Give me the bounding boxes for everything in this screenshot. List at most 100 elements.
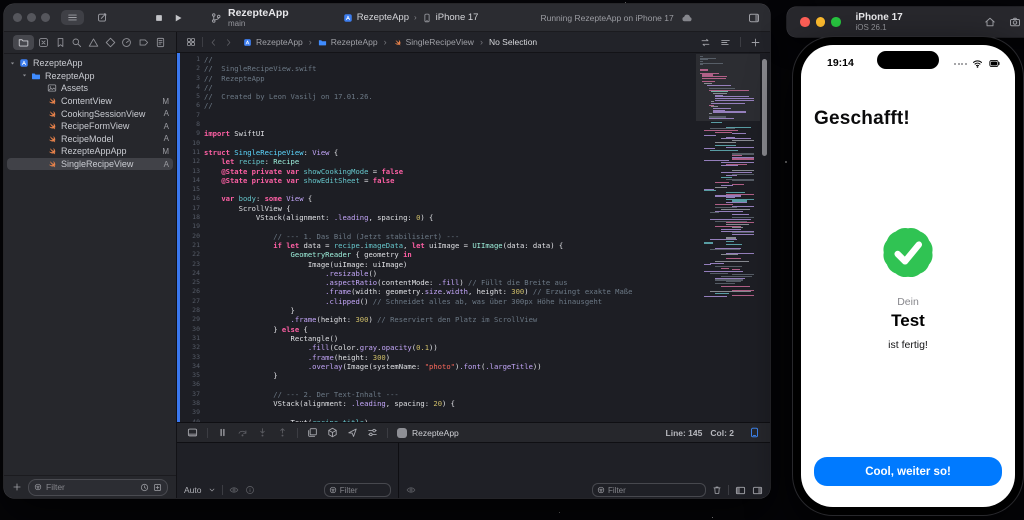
breadcrumb-item[interactable]: RezepteApp xyxy=(331,37,378,47)
code-editor[interactable]: //// SingleRecipeView.swift// RezepteApp… xyxy=(204,53,770,422)
sim-close-button[interactable] xyxy=(800,17,810,27)
debug-area: Auto Filter Filter xyxy=(177,442,770,498)
appsq-icon xyxy=(243,38,252,47)
inspector-toggle-icon[interactable] xyxy=(748,12,760,24)
file-name: Assets xyxy=(61,83,89,94)
code-review-icon[interactable] xyxy=(700,37,711,48)
add-file-button[interactable] xyxy=(12,482,22,492)
related-items-icon[interactable] xyxy=(186,37,196,47)
running-app-chip[interactable]: RezepteApp xyxy=(397,427,459,438)
console-filter-field[interactable]: Filter xyxy=(592,483,706,497)
xcode-toolbar: RezepteApp main RezepteApp › iPhone 17 R… xyxy=(4,4,770,32)
sidebar-item-RecipeFormView[interactable]: RecipeFormView A xyxy=(4,120,176,133)
source-editor[interactable]: 1 2 3 4 5 6 7 8 9 10 11 12 13 14 15 16 17 18 19 20 21 22 23 24 2… xyxy=(177,53,770,422)
window-controls xyxy=(13,13,50,22)
sidebar-item-CookingSessionView[interactable]: CookingSessionView A xyxy=(4,107,176,120)
gauge-navigator-tab[interactable] xyxy=(120,36,134,50)
sim-zoom-button[interactable] xyxy=(831,17,841,27)
show-variables-toggle-icon[interactable] xyxy=(735,485,746,496)
report-navigator-tab[interactable] xyxy=(153,36,167,50)
xsquare-navigator-tab[interactable] xyxy=(37,36,51,50)
simulator-phone: 19:14 Geschafft! Dein Test ist fertig! C… xyxy=(793,37,1023,515)
simulator-toolbar-icons xyxy=(984,16,1024,28)
clear-console-icon[interactable] xyxy=(712,485,722,495)
app-screen: 19:14 Geschafft! Dein Test ist fertig! C… xyxy=(801,45,1015,507)
run-button[interactable] xyxy=(173,13,183,23)
navigator-list-icon[interactable] xyxy=(61,10,84,25)
sidebar-item-Assets[interactable]: Assets xyxy=(4,82,176,95)
project-scm-info[interactable]: RezepteApp main xyxy=(210,7,289,28)
iphone-device-icon xyxy=(422,13,432,23)
go-back-icon[interactable] xyxy=(209,38,218,47)
sidebar-item-SingleRecipeView[interactable]: SingleRecipeView A xyxy=(4,157,176,171)
scope-dropdown[interactable]: Auto xyxy=(184,485,202,495)
file-name: RezepteAppApp xyxy=(61,146,127,157)
activity-viewer[interactable]: Running RezepteApp on iPhone 17 xyxy=(540,12,692,24)
breadcrumb-item[interactable]: No Selection xyxy=(489,37,537,47)
cursor-position: Line: 145 Col: 2 xyxy=(666,428,734,438)
sim-minimize-button[interactable] xyxy=(815,17,825,27)
git-branch-icon xyxy=(210,12,222,24)
navigator-filter-field[interactable]: Filter xyxy=(28,478,168,496)
panelbottom-button[interactable] xyxy=(187,427,198,438)
assets-file-icon xyxy=(47,83,57,93)
minimap[interactable] xyxy=(696,54,760,306)
jumpbar-divider xyxy=(740,37,741,47)
breadcrumb-item[interactable]: RezepteApp xyxy=(256,37,303,47)
editor-options-icon[interactable] xyxy=(720,37,731,48)
location-button[interactable] xyxy=(347,427,358,438)
info-icon[interactable] xyxy=(245,485,255,495)
swift-file-icon xyxy=(47,146,57,156)
variables-filter-field[interactable]: Filter xyxy=(323,483,391,497)
minimize-window-button[interactable] xyxy=(27,13,36,22)
breadcrumb-separator: › xyxy=(479,37,483,47)
breakpoint-navigator-tab[interactable] xyxy=(136,36,150,50)
disclosure-caret-icon[interactable] xyxy=(9,60,16,67)
scm-status-badge: A xyxy=(163,121,169,131)
debug-bar: RezepteApp Line: 145 Col: 2 xyxy=(177,422,770,442)
stack-button[interactable] xyxy=(307,427,318,438)
toggles-button[interactable] xyxy=(367,427,378,438)
quicklook-icon[interactable] xyxy=(229,485,239,495)
magnifier-navigator-tab[interactable] xyxy=(70,36,84,50)
home-button-icon[interactable] xyxy=(984,16,996,28)
compose-icon[interactable] xyxy=(97,12,108,23)
sidebar-item-RezepteApp-folder[interactable]: RezepteApp xyxy=(4,70,176,83)
add-editor-icon[interactable] xyxy=(750,37,761,48)
pause-button[interactable] xyxy=(217,427,228,438)
show-console-toggle-icon[interactable] xyxy=(752,485,763,496)
sidebar-item-RecipeModel[interactable]: RecipeModel A xyxy=(4,133,176,146)
stop-button[interactable] xyxy=(154,13,164,23)
stepout-button[interactable] xyxy=(277,427,288,438)
editor-scrollbar[interactable] xyxy=(762,59,767,156)
scm-filter-icon[interactable] xyxy=(153,483,162,492)
bookmark-navigator-tab[interactable] xyxy=(53,36,67,50)
sidebar-item-RezepteApp[interactable]: RezepteApp xyxy=(4,57,176,70)
file-name: RezepteApp xyxy=(33,58,83,69)
screenshot-icon[interactable] xyxy=(1009,16,1021,28)
label-small-bottom: ist fertig! xyxy=(888,339,928,351)
stepin-button[interactable] xyxy=(257,427,268,438)
diamond-navigator-tab[interactable] xyxy=(103,36,117,50)
breadcrumb-item[interactable]: SingleRecipeView xyxy=(406,37,474,47)
continue-button[interactable]: Cool, weiter so! xyxy=(814,457,1002,486)
console-metadata-icon[interactable] xyxy=(406,485,416,495)
sidebar-item-ContentView[interactable]: ContentView M xyxy=(4,95,176,108)
folder-navigator-tab[interactable] xyxy=(13,35,34,50)
app-icon xyxy=(343,13,353,23)
disclosure-caret-icon[interactable] xyxy=(21,72,28,79)
zoom-window-button[interactable] xyxy=(41,13,50,22)
stepover-button[interactable] xyxy=(237,427,248,438)
sidebar-item-RezepteAppApp[interactable]: RezepteAppApp M xyxy=(4,145,176,158)
scheme-selector[interactable]: RezepteApp › iPhone 17 xyxy=(343,12,478,23)
simulator-destination-icon[interactable] xyxy=(749,427,760,438)
go-forward-icon[interactable] xyxy=(224,38,233,47)
variables-content[interactable] xyxy=(177,443,398,482)
dynamic-island xyxy=(877,51,939,69)
console-content[interactable] xyxy=(399,443,770,482)
close-window-button[interactable] xyxy=(13,13,22,22)
cube-button[interactable] xyxy=(327,427,338,438)
file-name: CookingSessionView xyxy=(61,108,146,119)
recent-files-icon[interactable] xyxy=(140,483,149,492)
triangle-navigator-tab[interactable] xyxy=(87,36,101,50)
